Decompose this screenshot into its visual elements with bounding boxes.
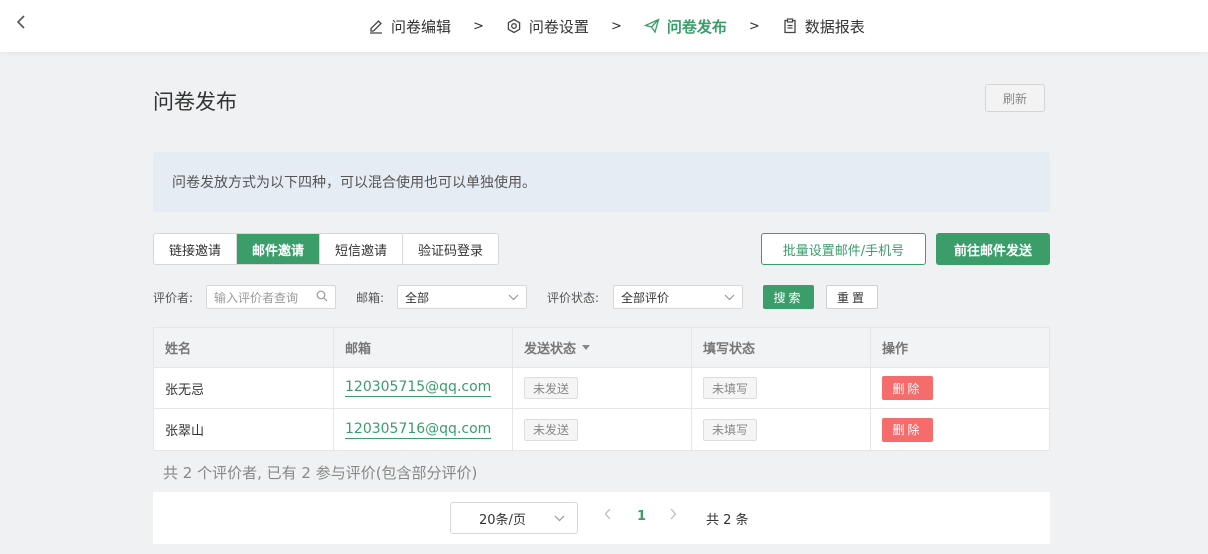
row-email-cell: 120305715@qq.com bbox=[334, 368, 513, 408]
participation-summary: 共 2 个评价者, 已有 2 参与评价(包含部分评价) bbox=[163, 464, 478, 482]
notice-text: 问卷发放方式为以下四种，可以混合使用也可以单独使用。 bbox=[172, 175, 536, 191]
prev-page-icon[interactable] bbox=[604, 508, 612, 524]
send-status-badge: 未发送 bbox=[524, 418, 579, 441]
step-report[interactable]: 数据报表 bbox=[782, 16, 865, 37]
batch-set-contacts-button[interactable]: 批量设置邮件/手机号 bbox=[761, 233, 926, 265]
step-edit-label: 问卷编辑 bbox=[391, 17, 452, 36]
delete-button[interactable]: 删除 bbox=[882, 417, 933, 442]
email-filter-value: 全部 bbox=[405, 290, 430, 305]
gear-icon bbox=[506, 18, 522, 34]
search-button[interactable]: 搜索 bbox=[763, 285, 814, 309]
search-icon bbox=[316, 290, 328, 305]
header-action: 操作 bbox=[882, 342, 909, 357]
step-separator: > bbox=[610, 18, 622, 34]
page-title: 问卷发布 bbox=[153, 90, 237, 114]
total-count: 共 2 条 bbox=[706, 513, 749, 528]
invite-method-tabs: 链接邀请 邮件邀请 短信邀请 验证码登录 bbox=[153, 233, 500, 265]
step-publish-label: 问卷发布 bbox=[666, 17, 727, 36]
page-size-value: 20条/页 bbox=[479, 512, 526, 528]
header-fill-status: 填写状态 bbox=[692, 328, 871, 367]
next-page-icon[interactable] bbox=[669, 508, 677, 524]
table-row: 张翠山 120305716@qq.com 未发送 未填写 删除 bbox=[154, 409, 1049, 450]
chevron-down-icon bbox=[554, 511, 565, 526]
send-status-badge: 未发送 bbox=[524, 377, 579, 399]
row-action-cell: 删除 bbox=[871, 409, 1049, 450]
step-separator: > bbox=[473, 18, 484, 34]
header-send-status[interactable]: 发送状态 bbox=[513, 328, 692, 367]
status-filter-label: 评价状态: bbox=[547, 291, 600, 305]
row-name: 张无忌 bbox=[154, 368, 334, 408]
step-publish[interactable]: 问卷发布 bbox=[643, 16, 727, 37]
fill-status-badge: 未填写 bbox=[703, 418, 758, 441]
pagination-bar: 20条/页 1 共 2 条 bbox=[153, 492, 1050, 544]
go-send-email-button[interactable]: 前往邮件发送 bbox=[936, 233, 1050, 265]
row-name: 张翠山 bbox=[154, 409, 334, 450]
fill-status-badge: 未填写 bbox=[703, 377, 758, 399]
table-row: 张无忌 120305715@qq.com 未发送 未填写 删除 bbox=[154, 368, 1049, 409]
step-settings[interactable]: 问卷设置 bbox=[506, 16, 589, 37]
tab-sms-invite[interactable]: 短信邀请 bbox=[320, 234, 404, 264]
top-bar: 问卷编辑 > 问卷设置 > 问卷发布 > 数据报表 bbox=[0, 0, 1208, 52]
email-filter-label: 邮箱: bbox=[356, 291, 385, 305]
reviewer-search-placeholder: 输入评价者查询 bbox=[214, 290, 299, 305]
chevron-down-icon bbox=[508, 290, 519, 304]
tab-email-invite[interactable]: 邮件邀请 bbox=[237, 234, 321, 264]
row-fill-status-cell: 未填写 bbox=[692, 368, 871, 408]
chevron-down-icon bbox=[724, 290, 735, 304]
tab-code-login[interactable]: 验证码登录 bbox=[403, 234, 498, 264]
step-navigation: 问卷编辑 > 问卷设置 > 问卷发布 > 数据报表 bbox=[368, 0, 865, 52]
notice-banner: 问卷发放方式为以下四种，可以混合使用也可以单独使用。 bbox=[153, 152, 1050, 212]
page-number-current[interactable]: 1 bbox=[637, 509, 646, 524]
reviewer-search-input[interactable]: 输入评价者查询 bbox=[206, 285, 336, 309]
reviewer-table: 姓名 邮箱 发送状态 填写状态 操作 张无忌 120305715@qq.com … bbox=[153, 327, 1050, 451]
row-action-cell: 删除 bbox=[871, 368, 1049, 408]
row-email-link[interactable]: 120305715@qq.com bbox=[345, 379, 492, 397]
reset-button[interactable]: 重置 bbox=[826, 285, 878, 309]
sort-caret-icon bbox=[582, 345, 591, 350]
step-edit[interactable]: 问卷编辑 bbox=[368, 16, 451, 37]
row-email-link[interactable]: 120305716@qq.com bbox=[345, 421, 492, 439]
step-separator: > bbox=[748, 18, 760, 34]
header-name: 姓名 bbox=[154, 328, 334, 367]
send-icon bbox=[643, 18, 660, 34]
status-filter-select[interactable]: 全部评价 bbox=[613, 285, 743, 309]
table-header-row: 姓名 邮箱 发送状态 填写状态 操作 bbox=[154, 328, 1049, 368]
row-send-status-cell: 未发送 bbox=[513, 409, 692, 450]
clipboard-icon bbox=[782, 18, 798, 34]
step-report-label: 数据报表 bbox=[804, 17, 865, 36]
page-size-select[interactable]: 20条/页 bbox=[450, 502, 578, 534]
step-settings-label: 问卷设置 bbox=[528, 17, 589, 36]
back-chevron-icon[interactable] bbox=[16, 14, 34, 36]
header-email: 邮箱 bbox=[334, 328, 513, 367]
row-email-cell: 120305716@qq.com bbox=[334, 409, 513, 450]
row-send-status-cell: 未发送 bbox=[513, 368, 692, 408]
pencil-icon bbox=[368, 18, 384, 34]
email-filter-select[interactable]: 全部 bbox=[397, 285, 527, 309]
refresh-button[interactable]: 刷新 bbox=[985, 84, 1045, 112]
row-fill-status-cell: 未填写 bbox=[692, 409, 871, 450]
header-send-status-label: 发送状态 bbox=[524, 342, 577, 357]
status-filter-value: 全部评价 bbox=[621, 290, 670, 305]
tab-link-invite[interactable]: 链接邀请 bbox=[154, 234, 238, 264]
reviewer-filter-label: 评价者: bbox=[153, 291, 194, 305]
delete-button[interactable]: 删除 bbox=[882, 376, 933, 400]
